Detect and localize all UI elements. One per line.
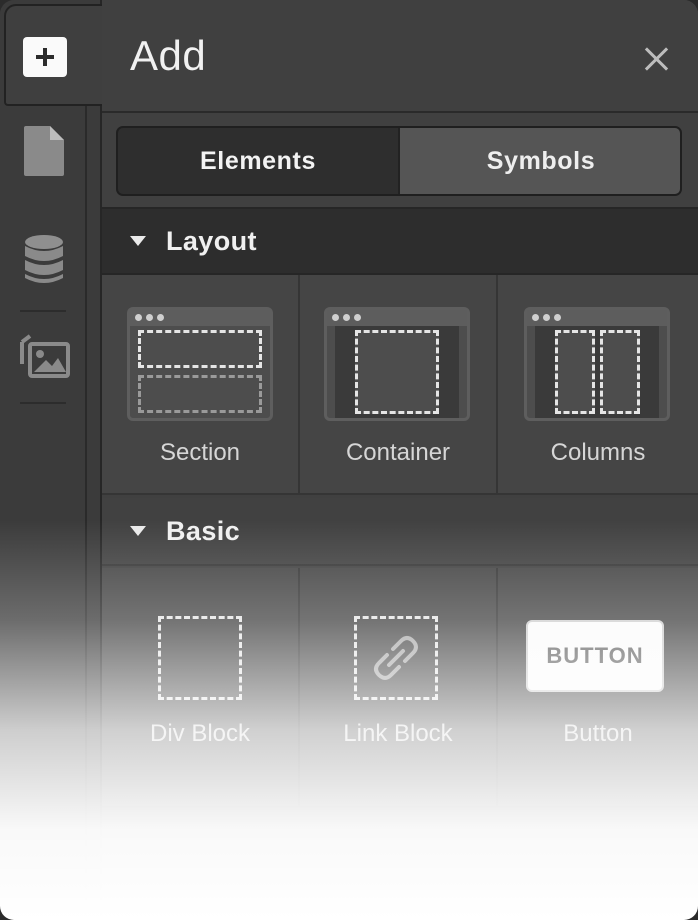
caret-down-icon xyxy=(130,236,146,246)
element-button[interactable]: BUTTON Button xyxy=(498,568,698,806)
assets-icon[interactable] xyxy=(20,334,70,383)
panel-header: Add xyxy=(102,0,698,113)
add-panel: Add Elements Symbols Layout Section Cont… xyxy=(102,0,698,920)
layout-grid: Section Container Columns xyxy=(102,275,698,495)
section-label: Basic xyxy=(166,515,241,546)
div-block-icon xyxy=(158,616,242,700)
section-header-basic[interactable]: Basic xyxy=(102,498,698,566)
element-label: Section xyxy=(159,439,241,466)
rail-separator xyxy=(20,310,66,312)
element-label: Container xyxy=(345,439,451,466)
element-label: Link Block xyxy=(343,720,453,747)
section-header-layout[interactable]: Layout xyxy=(102,207,698,275)
element-label: Div Block xyxy=(149,720,251,747)
element-label: Button xyxy=(563,720,633,747)
rail-separator xyxy=(20,402,66,404)
tab-symbols[interactable]: Symbols xyxy=(398,128,680,194)
rail-tab-add[interactable] xyxy=(4,4,104,106)
element-section[interactable]: Section xyxy=(102,275,300,493)
plus-icon xyxy=(23,37,67,77)
element-container[interactable]: Container xyxy=(300,275,498,493)
left-rail xyxy=(0,0,104,920)
button-preview-icon: BUTTON xyxy=(526,620,664,692)
page-icon[interactable] xyxy=(24,126,64,181)
element-link-block[interactable]: Link Block xyxy=(300,568,498,806)
columns-icon xyxy=(524,307,670,421)
section-label: Layout xyxy=(166,225,257,256)
panel-title: Add xyxy=(130,32,207,79)
rail-divider xyxy=(85,105,87,920)
close-icon[interactable] xyxy=(642,44,672,74)
link-block-icon xyxy=(354,616,438,700)
element-label: Columns xyxy=(550,439,646,466)
database-icon[interactable] xyxy=(24,234,64,289)
add-panel-window: Add Elements Symbols Layout Section Cont… xyxy=(0,0,698,920)
section-icon xyxy=(127,307,273,421)
link-icon xyxy=(374,636,418,680)
container-icon xyxy=(324,307,470,421)
caret-down-icon xyxy=(130,526,146,536)
element-columns[interactable]: Columns xyxy=(498,275,698,493)
element-div-block[interactable]: Div Block xyxy=(102,568,300,806)
tab-elements[interactable]: Elements xyxy=(118,128,398,194)
tab-bar: Elements Symbols xyxy=(116,126,682,196)
basic-grid: Div Block Link Block BUTTON Button xyxy=(102,568,698,808)
